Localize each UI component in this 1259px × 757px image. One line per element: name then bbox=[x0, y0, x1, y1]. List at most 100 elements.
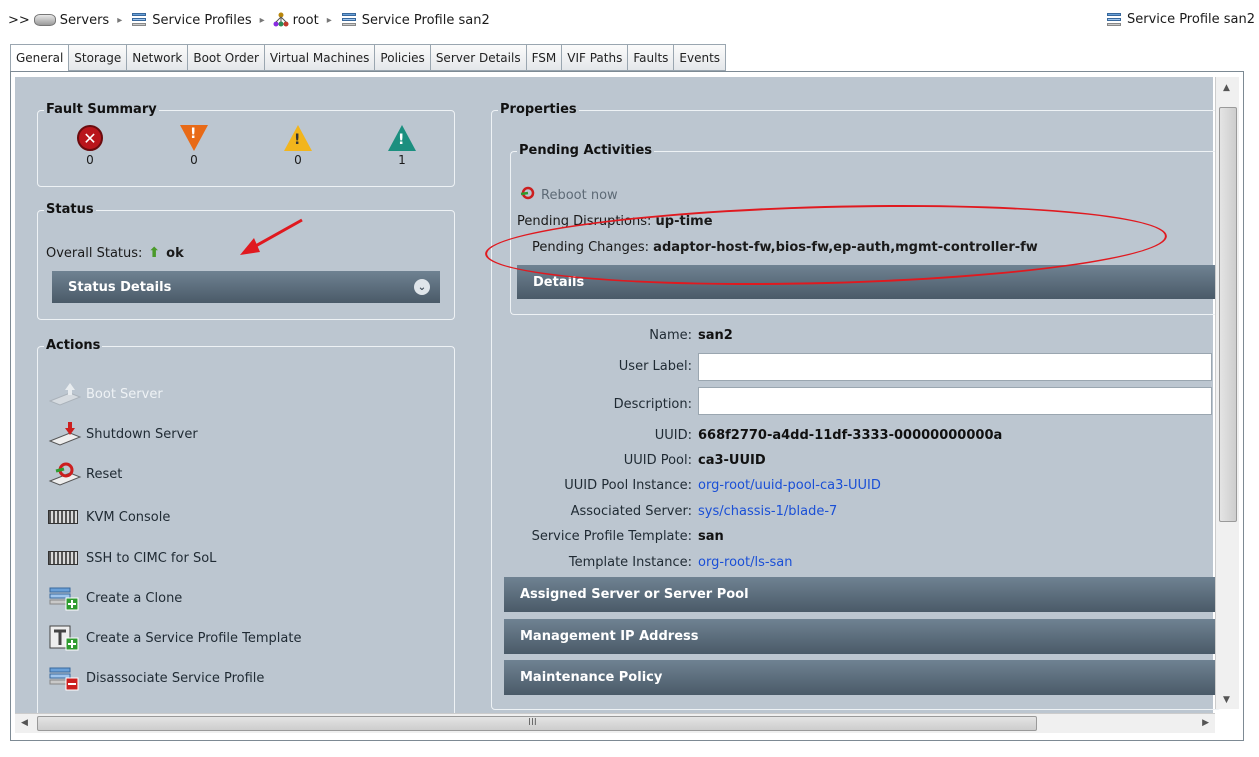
template-instance-link[interactable]: org-root/ls-san bbox=[698, 555, 793, 570]
properties-group: Properties Pending Activities Reboot now… bbox=[491, 102, 1222, 710]
breadcrumb-separator-icon: ▸ bbox=[259, 14, 265, 26]
fault-critical[interactable]: ✕ 0 bbox=[70, 125, 110, 167]
maintenance-policy-label: Maintenance Policy bbox=[520, 670, 663, 685]
boot-server-label: Boot Server bbox=[86, 386, 163, 402]
disassociate-label: Disassociate Service Profile bbox=[86, 670, 265, 686]
keyboard-icon bbox=[48, 545, 82, 571]
scroll-down-icon[interactable]: ▼ bbox=[1223, 695, 1230, 705]
create-template-action[interactable]: Create a Service Profile Template bbox=[48, 625, 301, 651]
reset-action[interactable]: Reset bbox=[48, 461, 122, 487]
pending-activities-title: Pending Activities bbox=[517, 143, 655, 158]
warning-fault-icon: ! bbox=[388, 125, 416, 151]
uuid-label: UUID: bbox=[654, 428, 692, 443]
tab-virtual-machines[interactable]: Virtual Machines bbox=[264, 44, 376, 71]
tab-faults[interactable]: Faults bbox=[628, 44, 675, 71]
sp-template-label: Service Profile Template: bbox=[531, 529, 692, 544]
fault-minor[interactable]: ! 0 bbox=[278, 125, 318, 167]
management-ip-toggle[interactable]: Management IP Address bbox=[504, 619, 1222, 654]
breadcrumb-root[interactable]: root bbox=[293, 13, 319, 28]
vertical-scroll-thumb[interactable] bbox=[1219, 107, 1237, 522]
status-details-toggle[interactable]: Status Details ⌄ bbox=[52, 271, 440, 303]
breadcrumb-service-profiles[interactable]: Service Profiles bbox=[152, 13, 251, 28]
horizontal-scroll-thumb[interactable]: III bbox=[37, 716, 1037, 731]
tab-general[interactable]: General bbox=[10, 44, 70, 72]
scroll-grip-icon: III bbox=[528, 717, 537, 728]
fault-warning[interactable]: ! 1 bbox=[382, 125, 422, 167]
scroll-right-icon[interactable]: ▶ bbox=[1202, 718, 1209, 728]
uuid-value: 668f2770-a4dd-11df-3333-00000000000a bbox=[698, 428, 1003, 443]
tab-storage[interactable]: Storage bbox=[69, 44, 128, 71]
overall-status-value: ok bbox=[166, 245, 184, 261]
fault-summary-group: Fault Summary ✕ 0 ! 0 ! 0 ! 1 bbox=[37, 102, 455, 187]
actions-title: Actions bbox=[44, 338, 103, 353]
fault-summary-title: Fault Summary bbox=[44, 102, 159, 117]
chevron-down-icon: ⌄ bbox=[414, 279, 430, 295]
uuid-pool-instance-link[interactable]: org-root/uuid-pool-ca3-UUID bbox=[698, 478, 881, 493]
actions-group: Actions Boot Server Shutdown Server Rese… bbox=[37, 338, 455, 726]
tab-policies[interactable]: Policies bbox=[375, 44, 431, 71]
vertical-scrollbar[interactable]: ▲ ▼ bbox=[1215, 77, 1239, 709]
ssh-cimc-label: SSH to CIMC for SoL bbox=[86, 550, 217, 566]
major-fault-icon: ! bbox=[180, 125, 208, 151]
uuid-pool-instance-label: UUID Pool Instance: bbox=[564, 478, 692, 493]
uuid-pool-value: ca3-UUID bbox=[698, 453, 766, 468]
create-template-icon bbox=[48, 625, 82, 651]
tab-boot-order[interactable]: Boot Order bbox=[188, 44, 265, 71]
reboot-now-action[interactable]: Reboot now bbox=[519, 185, 618, 205]
keyboard-icon bbox=[48, 504, 82, 530]
tab-network[interactable]: Network bbox=[127, 44, 189, 71]
create-clone-icon bbox=[48, 585, 82, 611]
maintenance-policy-toggle[interactable]: Maintenance Policy bbox=[504, 660, 1222, 695]
general-panel: Fault Summary ✕ 0 ! 0 ! 0 ! 1 Status Ove… bbox=[15, 77, 1222, 726]
scroll-up-icon[interactable]: ▲ bbox=[1223, 83, 1230, 93]
tab-fsm[interactable]: FSM bbox=[526, 44, 563, 71]
sp-template-value: san bbox=[698, 529, 724, 544]
window-title-text: Service Profile san2 bbox=[1127, 12, 1255, 27]
status-title: Status bbox=[44, 202, 96, 217]
breadcrumb: >> Servers ▸ Service Profiles ▸ root ▸ S… bbox=[8, 12, 490, 28]
critical-fault-icon: ✕ bbox=[77, 125, 103, 151]
status-details-label: Status Details bbox=[68, 279, 172, 295]
name-label: Name: bbox=[649, 328, 692, 343]
fault-counts: ✕ 0 ! 0 ! 0 ! 1 bbox=[38, 125, 454, 167]
user-label-label: User Label: bbox=[618, 359, 692, 374]
breadcrumb-bar: >> Servers ▸ Service Profiles ▸ root ▸ S… bbox=[0, 0, 1259, 40]
org-root-icon bbox=[273, 12, 289, 28]
kvm-console-action[interactable]: KVM Console bbox=[48, 504, 170, 530]
annotation-arrow-icon bbox=[240, 218, 303, 255]
window-title: Service Profile san2 bbox=[1105, 12, 1255, 27]
associated-server-label: Associated Server: bbox=[570, 504, 692, 519]
service-profile-icon bbox=[1105, 12, 1123, 27]
tab-events[interactable]: Events bbox=[674, 44, 727, 71]
horizontal-scrollbar[interactable]: ◀ III ▶ bbox=[15, 713, 1215, 733]
critical-fault-count: 0 bbox=[86, 153, 94, 167]
boot-server-action[interactable]: Boot Server bbox=[48, 381, 163, 407]
tab-vif-paths[interactable]: VIF Paths bbox=[562, 44, 629, 71]
expand-breadcrumb-button[interactable]: >> bbox=[8, 13, 30, 28]
create-template-label: Create a Service Profile Template bbox=[86, 630, 302, 646]
shutdown-server-label: Shutdown Server bbox=[86, 426, 198, 442]
major-fault-count: 0 bbox=[190, 153, 198, 167]
description-label: Description: bbox=[613, 397, 692, 412]
breadcrumb-separator-icon: ▸ bbox=[117, 14, 123, 26]
overall-status: Overall Status: ⬆ ok bbox=[46, 245, 184, 261]
assigned-server-toggle[interactable]: Assigned Server or Server Pool bbox=[504, 577, 1222, 612]
shutdown-server-action[interactable]: Shutdown Server bbox=[48, 421, 198, 447]
scroll-left-icon[interactable]: ◀ bbox=[21, 718, 28, 728]
fault-major[interactable]: ! 0 bbox=[174, 125, 214, 167]
service-profile-icon bbox=[340, 13, 358, 27]
disassociate-action[interactable]: Disassociate Service Profile bbox=[48, 665, 264, 691]
tab-server-details[interactable]: Server Details bbox=[430, 44, 527, 71]
create-clone-label: Create a Clone bbox=[86, 590, 183, 606]
breadcrumb-servers[interactable]: Servers bbox=[60, 13, 109, 28]
name-value: san2 bbox=[698, 328, 733, 343]
reboot-icon bbox=[519, 185, 537, 205]
overall-status-label: Overall Status: bbox=[46, 245, 143, 261]
user-label-input[interactable] bbox=[698, 353, 1212, 381]
create-clone-action[interactable]: Create a Clone bbox=[48, 585, 182, 611]
description-input[interactable] bbox=[698, 387, 1212, 415]
ssh-cimc-action[interactable]: SSH to CIMC for SoL bbox=[48, 545, 216, 571]
reset-label: Reset bbox=[86, 466, 123, 482]
breadcrumb-separator-icon: ▸ bbox=[326, 14, 332, 26]
associated-server-link[interactable]: sys/chassis-1/blade-7 bbox=[698, 504, 837, 519]
